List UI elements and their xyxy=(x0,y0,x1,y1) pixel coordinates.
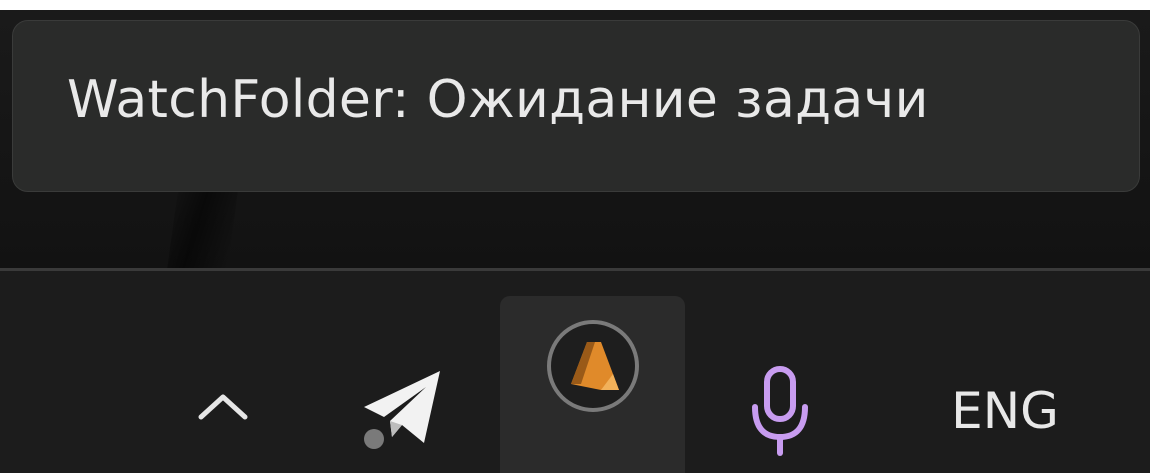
telegram-tray-button[interactable] xyxy=(350,361,450,461)
microphone-icon xyxy=(752,366,808,456)
watchfolder-app-icon xyxy=(546,320,639,412)
screen: WatchFolder: Ожидание задачи ENG xyxy=(0,0,1150,473)
tray-tooltip: WatchFolder: Ожидание задачи xyxy=(12,20,1140,192)
input-language-button[interactable]: ENG xyxy=(925,371,1085,451)
show-hidden-icons-button[interactable] xyxy=(178,371,268,441)
microphone-tray-button[interactable] xyxy=(735,361,825,461)
telegram-icon xyxy=(364,371,440,449)
chevron-up-icon xyxy=(198,394,248,420)
screenshot-top-border xyxy=(0,0,1150,10)
watchfolder-tray-button[interactable] xyxy=(500,296,685,473)
taskbar: ENG xyxy=(0,268,1150,473)
tooltip-text: WatchFolder: Ожидание задачи xyxy=(67,70,929,130)
